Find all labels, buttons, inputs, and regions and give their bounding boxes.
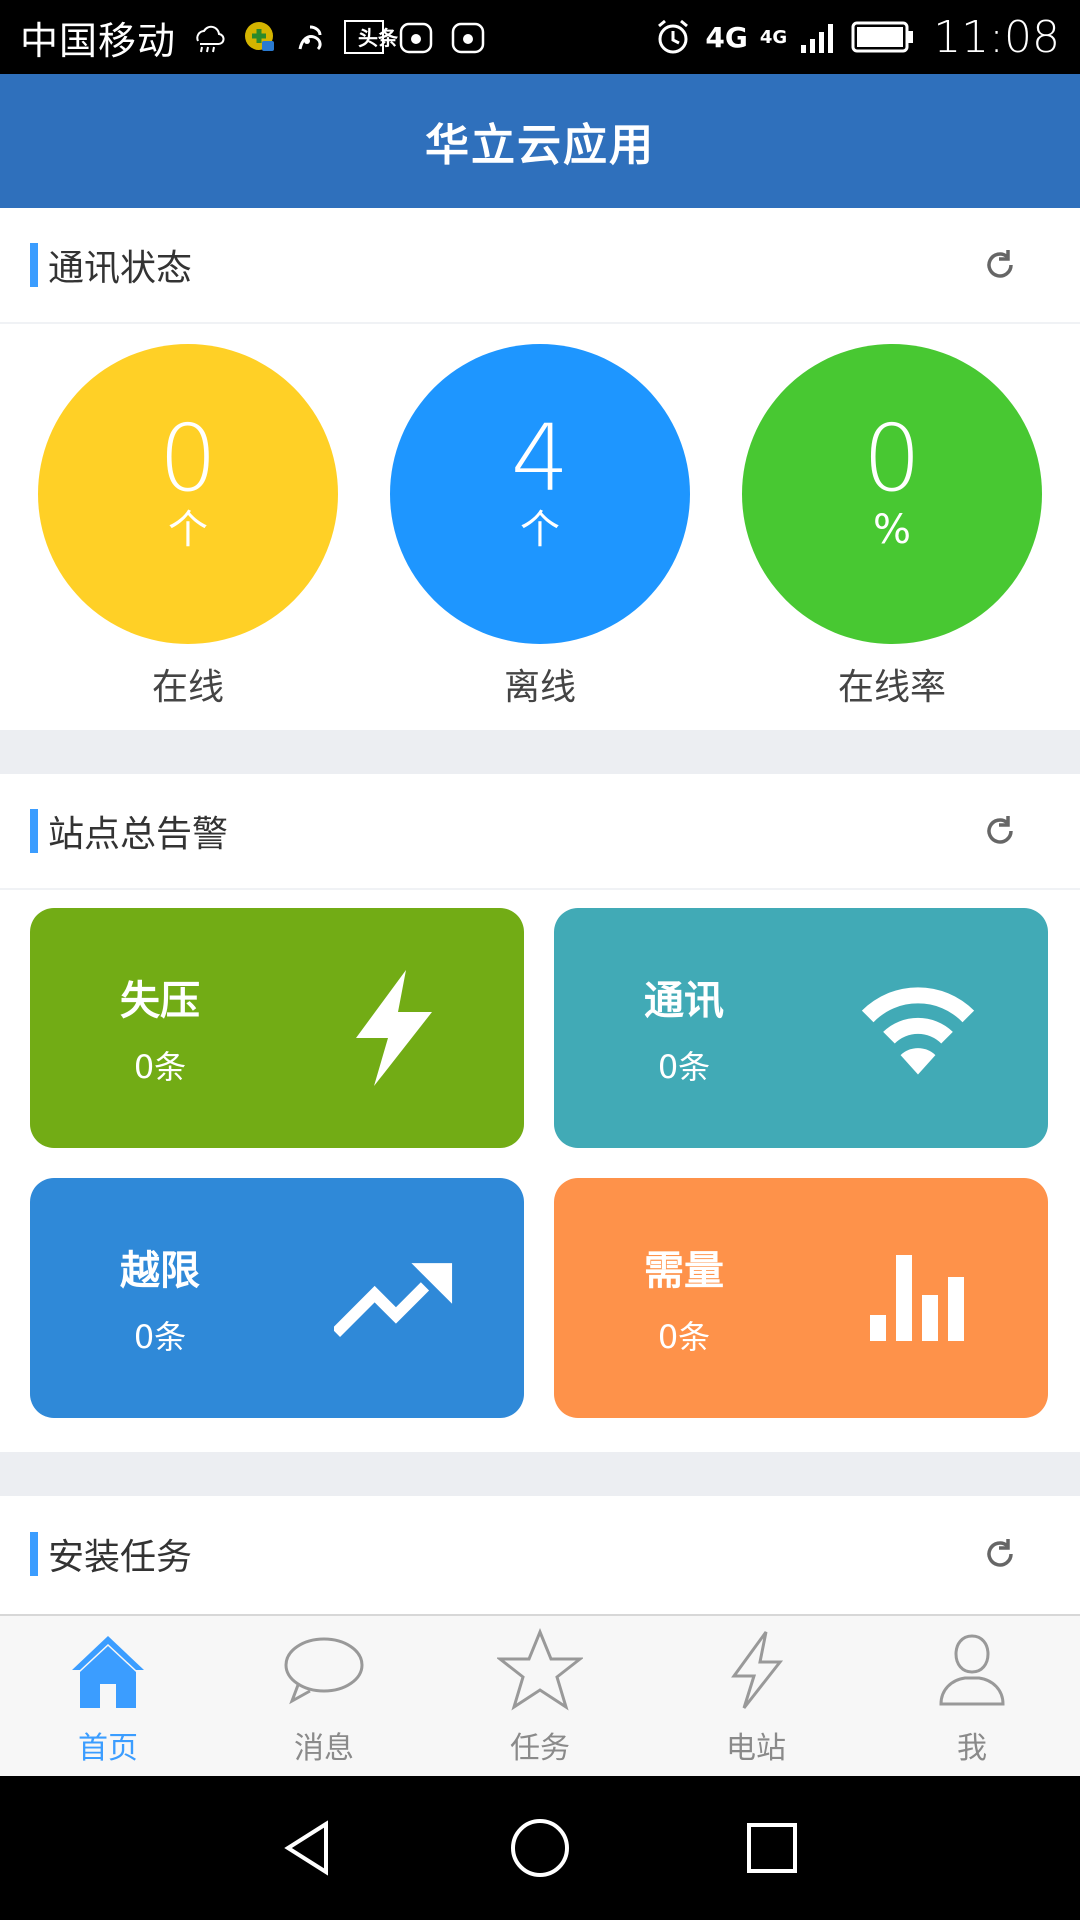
nav-label: 我 [957,1731,987,1766]
nav-messages[interactable]: 消息 [224,1625,424,1767]
weather-icon [188,17,228,57]
online-unit: 个 [168,507,208,553]
online-rate-unit: % [872,507,911,553]
section-title: 站点总告警 [48,814,229,855]
section-title-wrap: 站点总告警 [30,805,228,857]
communication-tile[interactable]: 通讯 0条 [554,908,1048,1148]
trend-up-icon [334,1238,454,1358]
status-right: 4G 4G 11:08 [653,12,1060,63]
huawei-icon [448,17,488,57]
nav-label: 电站 [726,1731,786,1766]
over-limit-tile[interactable]: 越限 0条 [30,1178,524,1418]
tile-text: 需量 0条 [644,1238,724,1358]
offline-label: 离线 [503,667,576,708]
signal-icon [799,17,839,57]
lightning-icon [711,1625,801,1715]
offline-count: 4 [510,405,570,512]
title-accent-bar [30,243,38,287]
online-stat: 0 个 在线 [38,344,338,710]
tile-count: 0条 [133,1318,187,1356]
nav-tasks[interactable]: 任务 [440,1625,640,1767]
wifi-icon [858,968,978,1088]
bar-chart-icon [858,1238,978,1358]
section-title-wrap: 通讯状态 [30,239,192,291]
app-icon [240,17,280,57]
title-accent-bar [30,1532,38,1576]
network-type-2: 4G [759,26,788,48]
tile-name: 越限 [120,1248,200,1294]
back-icon[interactable] [272,1812,344,1884]
section-title: 安装任务 [48,1537,193,1578]
comm-status-section: 通讯状态 0 个 在线 4 个 离线 0 % 在线率 [0,208,1080,730]
refresh-icon[interactable] [980,1534,1020,1574]
offline-stat: 4 个 离线 [390,344,690,710]
status-bar: 中国移动 4G 4G 11:08 [0,0,1080,74]
tile-count: 0条 [657,1318,711,1356]
alarm-tiles: 失压 0条 通讯 0条 越限 0条 需量 0条 [0,890,1080,1448]
install-task-section: 安装任务 [0,1496,1080,1614]
online-rate-stat: 0 % 在线率 [742,344,1042,710]
tile-name: 失压 [120,978,200,1024]
battery-icon [851,17,915,57]
huawei-icon [396,17,436,57]
comm-circles: 0 个 在线 4 个 离线 0 % 在线率 [0,324,1080,710]
refresh-icon[interactable] [980,245,1020,285]
app-header: 华立云应用 [0,74,1080,208]
nav-label: 消息 [294,1731,354,1766]
nav-label: 首页 [78,1731,138,1766]
tile-text: 越限 0条 [120,1238,200,1358]
alarm-section: 站点总告警 失压 0条 通讯 0条 越限 0条 需量 0条 [0,774,1080,1452]
toutiao-label: 头条 [358,26,398,50]
tile-text: 失压 0条 [120,968,200,1088]
tile-count: 0条 [133,1048,187,1086]
tile-count: 0条 [657,1048,711,1086]
message-icon [279,1625,369,1715]
uc-icon [292,17,332,57]
tile-name: 通讯 [644,978,724,1024]
online-count: 0 [158,405,218,512]
nav-me[interactable]: 我 [872,1625,1072,1767]
page-title: 华立云应用 [425,120,655,171]
online-label: 在线 [151,667,224,708]
clock: 11:08 [933,11,1060,63]
system-nav [0,1776,1080,1920]
tile-name: 需量 [644,1248,724,1294]
nav-stations[interactable]: 电站 [656,1625,856,1767]
online-rate-value: 0 [862,405,922,512]
lightning-icon [334,968,454,1088]
voltage-loss-tile[interactable]: 失压 0条 [30,908,524,1148]
home-circle-icon[interactable] [504,1812,576,1884]
section-header: 安装任务 [0,1496,1080,1612]
section-title-wrap: 安装任务 [30,1528,192,1580]
user-icon [927,1625,1017,1715]
tile-text: 通讯 0条 [644,968,724,1088]
bottom-nav: 首页 消息 任务 电站 我 [0,1614,1080,1776]
carrier-name: 中国移动 [20,18,177,63]
status-left: 中国移动 [20,10,488,65]
home-icon [63,1625,153,1715]
title-accent-bar [30,809,38,853]
star-icon [495,1625,585,1715]
online-rate-circle: 0 % [742,344,1042,644]
network-type: 4G [705,20,748,54]
refresh-icon[interactable] [980,811,1020,851]
alarm-icon [653,17,693,57]
offline-unit: 个 [520,507,560,553]
nav-home[interactable]: 首页 [8,1625,208,1767]
section-title: 通讯状态 [48,248,193,289]
section-header: 通讯状态 [0,208,1080,324]
demand-tile[interactable]: 需量 0条 [554,1178,1048,1418]
offline-circle: 4 个 [390,344,690,644]
section-header: 站点总告警 [0,774,1080,890]
recents-icon[interactable] [736,1812,808,1884]
online-circle: 0 个 [38,344,338,644]
nav-label: 任务 [510,1731,570,1766]
online-rate-label: 在线率 [837,667,946,708]
